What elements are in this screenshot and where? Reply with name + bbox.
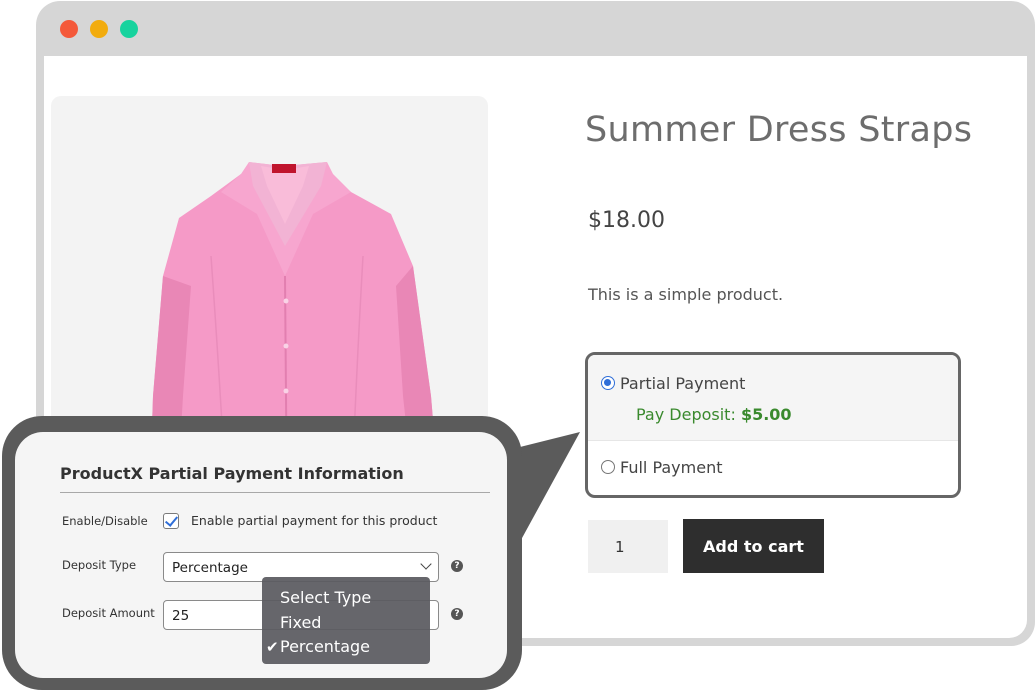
enable-partial-payment-checkbox[interactable] <box>163 513 179 529</box>
panel-divider <box>60 492 490 493</box>
deposit-type-help-icon[interactable]: ? <box>451 560 463 572</box>
dropdown-option-percentage[interactable]: Percentage <box>280 637 370 656</box>
checkmark-icon: ✔ <box>266 638 279 656</box>
deposit-amount-label: Deposit Amount <box>62 606 155 620</box>
enable-partial-payment-label: Enable partial payment for this product <box>191 513 438 528</box>
dropdown-option-select-type[interactable]: Select Type <box>280 588 371 607</box>
deposit-type-dropdown: Select Type Fixed ✔ Percentage <box>262 577 430 664</box>
deposit-type-label: Deposit Type <box>62 558 137 572</box>
partial-payment-settings-panel: ProductX Partial Payment Information Ena… <box>15 432 507 678</box>
enable-disable-label: Enable/Disable <box>62 514 148 528</box>
deposit-type-value: Percentage <box>172 560 248 576</box>
chevron-down-icon <box>420 558 432 570</box>
deposit-amount-help-icon[interactable]: ? <box>451 608 463 620</box>
dropdown-option-fixed[interactable]: Fixed <box>280 613 321 632</box>
panel-title: ProductX Partial Payment Information <box>60 464 404 483</box>
